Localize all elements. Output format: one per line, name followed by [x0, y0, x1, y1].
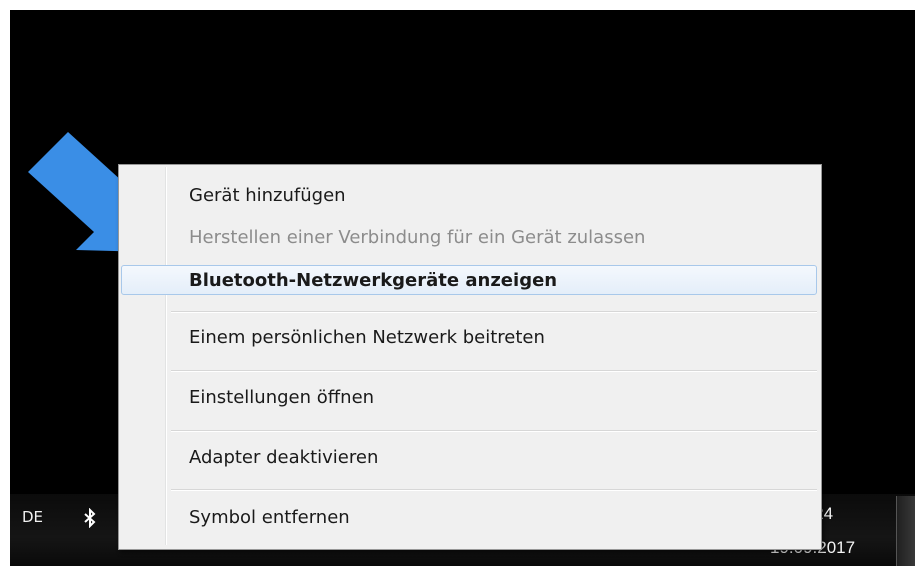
menu-item-label: Gerät hinzufügen: [189, 185, 346, 206]
menu-item-label: Bluetooth-Netzwerkgeräte anzeigen: [189, 270, 558, 291]
menu-separator: [171, 311, 817, 313]
menu-item-open-settings[interactable]: Einstellungen öffnen: [121, 383, 817, 413]
desktop: DE 1:24 19.09.2017 Gerät hinzufügen: [10, 10, 915, 566]
show-desktop-button[interactable]: [896, 496, 915, 566]
menu-item-label: Symbol entfernen: [189, 507, 350, 528]
menu-item-remove-icon[interactable]: Symbol entfernen: [121, 503, 817, 533]
menu-separator: [171, 489, 817, 491]
menu-item-join-personal-network[interactable]: Einem persönlichen Netzwerk beitreten: [121, 323, 817, 353]
menu-separator: [171, 370, 817, 372]
bluetooth-tray-icon[interactable]: [82, 507, 98, 529]
language-indicator[interactable]: DE: [22, 508, 43, 526]
context-menu: Gerät hinzufügen Herstellen einer Verbin…: [118, 164, 822, 550]
menu-item-show-bluetooth-devices[interactable]: Bluetooth-Netzwerkgeräte anzeigen: [121, 265, 817, 295]
menu-item-add-device[interactable]: Gerät hinzufügen: [121, 181, 817, 211]
menu-item-label: Einem persönlichen Netzwerk beitreten: [189, 327, 545, 348]
menu-item-label: Herstellen einer Verbindung für ein Gerä…: [189, 227, 646, 248]
menu-item-disable-adapter[interactable]: Adapter deaktivieren: [121, 443, 817, 473]
menu-separator: [171, 430, 817, 432]
menu-item-label: Einstellungen öffnen: [189, 387, 375, 408]
menu-item-label: Adapter deaktivieren: [189, 447, 379, 468]
menu-item-allow-connection: Herstellen einer Verbindung für ein Gerä…: [121, 223, 817, 253]
